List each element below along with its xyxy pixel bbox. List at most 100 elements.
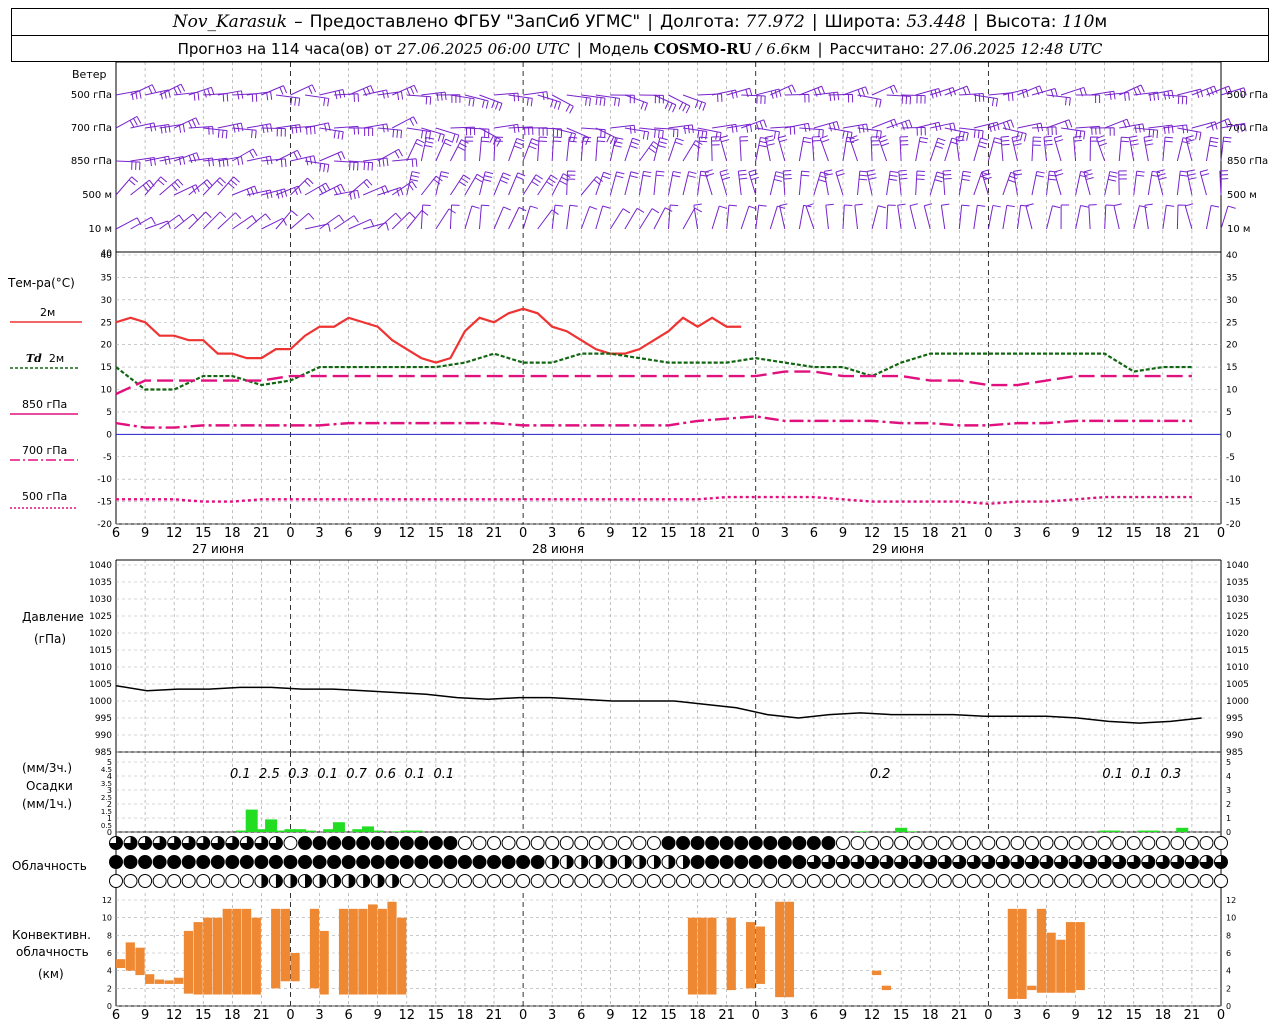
conv-bar <box>368 904 378 995</box>
cloud-fill <box>342 855 356 869</box>
cloud-fill <box>566 855 574 869</box>
cloud-symbol <box>1184 836 1199 850</box>
conv-tick-left: 8 <box>107 931 112 940</box>
x-tick-label: 9 <box>839 526 847 541</box>
cloud-symbol <box>298 874 313 888</box>
wind-barb <box>886 170 899 196</box>
wind-barb <box>304 94 330 107</box>
x-tick-label-bottom: 18 <box>922 1008 939 1023</box>
wind-barb <box>1176 204 1186 230</box>
conv-tick-right: 2 <box>1226 984 1231 993</box>
wind-barb <box>711 205 728 230</box>
wind-barb <box>348 127 374 137</box>
cloud-symbol <box>894 855 909 869</box>
cloud-symbol <box>196 874 211 888</box>
cloud-circle <box>850 874 865 888</box>
x-tick-label-bottom: 6 <box>810 1008 818 1023</box>
wind-barb <box>261 85 288 96</box>
cloud-symbol <box>457 855 472 869</box>
cloud-fill <box>305 874 312 888</box>
conv-tick-right: 4 <box>1226 967 1231 976</box>
cloud-circle <box>1039 874 1054 888</box>
cloud-fill <box>691 855 705 869</box>
cloud-symbol <box>952 855 967 869</box>
pressure-tick-left: 1035 <box>89 578 112 588</box>
wind-barb <box>261 188 288 199</box>
cloud-symbol <box>545 874 560 888</box>
wind-barb <box>825 203 834 230</box>
cloud-circle <box>981 836 996 850</box>
cloud-fill <box>792 836 806 850</box>
precip-3h-label: 2.5 <box>259 767 280 782</box>
wind-barb <box>508 172 526 196</box>
series-line <box>115 370 1192 396</box>
cloud-circle <box>937 874 952 888</box>
wind-barb <box>1191 85 1218 97</box>
x-tick-label: 21 <box>1184 526 1201 541</box>
temp-tick-right: -20 <box>1226 520 1241 530</box>
cloud-fill <box>720 855 734 869</box>
wind-barb <box>566 136 578 162</box>
x-tick-label: 15 <box>428 526 445 541</box>
cloud-circle <box>1126 874 1141 888</box>
precip-bar <box>904 831 917 832</box>
cloud-symbol <box>283 855 298 869</box>
wind-barb <box>377 148 403 162</box>
cloud-fill <box>487 855 501 869</box>
cloud-symbol <box>457 874 472 888</box>
precip-tick-right: 2 <box>1226 800 1231 809</box>
conv-tick-right: 6 <box>1226 949 1231 958</box>
x-tick-label-bottom: 18 <box>224 1008 241 1023</box>
temp-tick-right: 25 <box>1226 318 1237 328</box>
cloud-symbol <box>196 855 211 869</box>
precip-bar <box>1147 830 1160 832</box>
cloud-circle <box>588 874 603 888</box>
cloud-symbol <box>632 855 647 869</box>
cloud-symbol <box>341 874 356 888</box>
cloud-symbol <box>298 836 313 850</box>
wind-barb <box>981 169 992 196</box>
cloud-fill <box>610 855 617 869</box>
x-tick-label-bottom: 12 <box>864 1008 881 1023</box>
precip-tick-right: 0 <box>1226 828 1231 837</box>
precip-bar <box>1108 830 1121 832</box>
wind-barb <box>304 160 330 173</box>
wind-barb <box>261 127 286 137</box>
wind-barb <box>799 85 826 97</box>
cloud-fill <box>385 855 399 869</box>
cloud-symbol <box>734 855 749 869</box>
cloud-symbol <box>777 874 792 888</box>
pressure-tick-right: 1015 <box>1226 646 1249 656</box>
temp-tick-right: -15 <box>1226 498 1241 508</box>
conv-bar <box>348 908 358 995</box>
wind-barb <box>769 205 786 230</box>
cloud-symbol <box>1024 855 1039 869</box>
wind-barb <box>203 92 229 102</box>
cloud-circle <box>879 874 894 888</box>
pressure-tick-left: 990 <box>95 731 112 741</box>
wind-barb <box>595 205 611 230</box>
wind-barb <box>1162 136 1174 162</box>
cloud-fill <box>211 855 225 869</box>
wind-barb <box>784 122 811 133</box>
cloud-symbol <box>850 836 865 850</box>
cloud-circle <box>588 836 603 850</box>
temp-tick-right: 5 <box>1226 408 1232 418</box>
cloud-fill <box>290 874 297 888</box>
cloud-symbol <box>109 874 123 888</box>
x-tick-label: 6 <box>344 526 352 541</box>
conv-tick-left: 4 <box>107 967 112 976</box>
wind-barb <box>581 94 606 107</box>
cloud-symbol <box>327 836 342 850</box>
cloud-symbol <box>763 855 778 869</box>
wind-barb <box>173 117 200 129</box>
cloud-symbol <box>937 836 952 850</box>
cloud-symbol <box>617 874 632 888</box>
cloud-circle <box>646 874 661 888</box>
cloud-fill <box>581 855 588 869</box>
wind-level-right: 10 м <box>1227 224 1250 235</box>
x-tick-label: 18 <box>1155 526 1172 541</box>
cloud-fill <box>516 855 530 869</box>
wind-barb <box>704 169 715 196</box>
cloud-symbol <box>676 855 691 869</box>
